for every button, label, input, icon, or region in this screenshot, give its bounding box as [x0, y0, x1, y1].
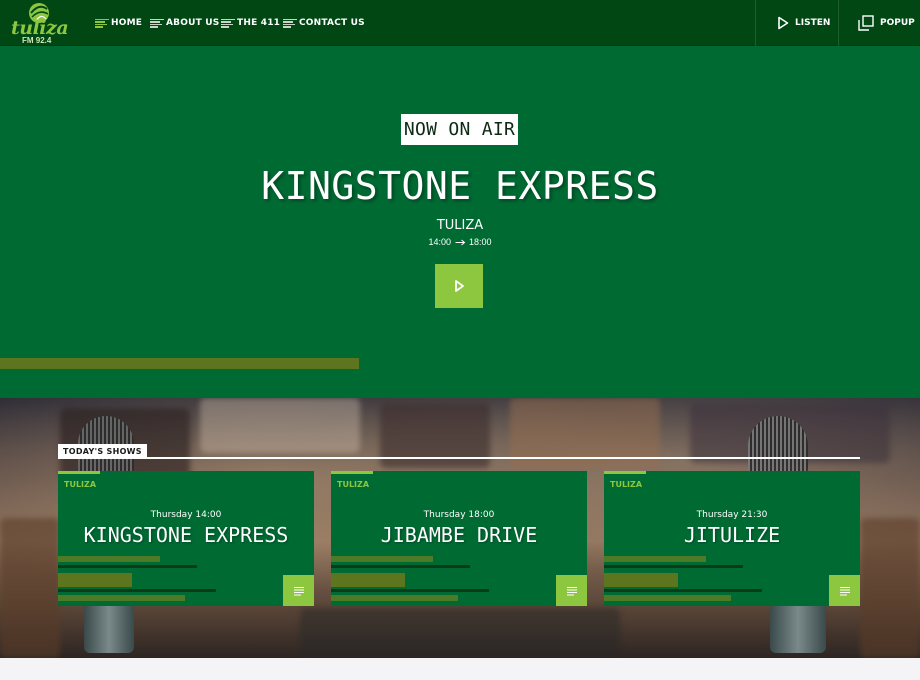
- card-accent-bar: [58, 471, 100, 474]
- show-details-button[interactable]: [829, 575, 860, 606]
- nav-the-411-label: THE 411: [237, 18, 281, 28]
- card-decor-bar: [58, 595, 185, 601]
- popup-window-icon: [858, 15, 874, 31]
- card-decor-bar: [331, 589, 489, 592]
- show-card-time: Thursday 18:00: [423, 510, 495, 520]
- menu-lines-icon: [221, 18, 235, 28]
- show-card-tag: TULIZA: [337, 480, 370, 489]
- show-card-tag: TULIZA: [64, 480, 97, 489]
- arrow-right-icon: [455, 239, 465, 246]
- page-footer-strip: [0, 658, 920, 680]
- show-card[interactable]: TULIZA Thursday 21:30 JITULIZE: [604, 471, 860, 606]
- card-accent-bar: [604, 471, 646, 474]
- card-decor-bar: [58, 573, 132, 587]
- card-accent-bar: [331, 471, 373, 474]
- show-progress-bar: [0, 358, 920, 369]
- nav-divider: [838, 0, 839, 46]
- show-card[interactable]: TULIZA Thursday 14:00 KINGSTONE EXPRESS: [58, 471, 314, 606]
- card-decor-bar: [331, 595, 458, 601]
- card-decor-bar: [58, 565, 197, 568]
- play-icon: [455, 280, 464, 292]
- todays-shows-label: TODAY'S SHOWS: [58, 444, 147, 458]
- show-start-time: 14:00: [428, 237, 451, 247]
- play-icon: [778, 16, 789, 30]
- show-end-time: 18:00: [469, 237, 492, 247]
- card-decor-bar: [604, 589, 762, 592]
- lines-icon: [293, 586, 304, 596]
- popup-button[interactable]: POPUP: [858, 0, 915, 46]
- now-on-air-badge: NOW ON AIR: [401, 114, 518, 145]
- menu-lines-icon: [283, 18, 297, 28]
- show-details-button[interactable]: [556, 575, 587, 606]
- popup-label: POPUP: [880, 18, 915, 28]
- card-decor-bar: [331, 573, 405, 587]
- listen-button[interactable]: LISTEN: [777, 0, 830, 46]
- nav-about-us[interactable]: ABOUT US: [150, 17, 219, 29]
- nav-home[interactable]: HOME: [95, 17, 142, 29]
- card-decor-bar: [604, 556, 706, 562]
- microphone-body-right-photo: [770, 603, 826, 653]
- logo-frequency: FM 92.4: [22, 36, 52, 45]
- nav-the-411[interactable]: THE 411: [221, 17, 280, 29]
- current-show-time: 14:00 18:00: [0, 237, 920, 247]
- show-card-title: JITULIZE: [683, 523, 781, 547]
- show-details-button[interactable]: [283, 575, 314, 606]
- microphone-body-left-photo: [84, 603, 134, 653]
- card-decor-bar: [58, 589, 216, 592]
- show-card-tag: TULIZA: [610, 480, 643, 489]
- nav-about-us-label: ABOUT US: [166, 18, 220, 28]
- top-navbar: tuliza FM 92.4 HOME ABOUT US THE 411 CON…: [0, 0, 920, 46]
- nav-contact-us-label: CONTACT US: [299, 18, 365, 28]
- card-decor-bar: [331, 565, 470, 568]
- show-progress-fill: [0, 358, 359, 369]
- show-card-title: JIBAMBE DRIVE: [380, 523, 538, 547]
- current-show-host: TULIZA: [436, 218, 484, 233]
- show-card-title: KINGSTONE EXPRESS: [83, 523, 289, 547]
- lines-icon: [566, 586, 577, 596]
- nav-divider: [755, 0, 756, 46]
- play-button[interactable]: [435, 264, 483, 308]
- menu-lines-icon: [95, 18, 109, 28]
- todays-shows-divider: [58, 457, 860, 459]
- card-decor-bar: [58, 556, 160, 562]
- show-card-time: Thursday 21:30: [696, 510, 768, 520]
- show-card[interactable]: TULIZA Thursday 18:00 JIBAMBE DRIVE: [331, 471, 587, 606]
- nav-contact-us[interactable]: CONTACT US: [283, 17, 365, 29]
- card-decor-bar: [331, 556, 433, 562]
- brand-logo[interactable]: tuliza FM 92.4: [10, 1, 69, 45]
- current-show-title: KINGSTONE EXPRESS: [261, 164, 659, 208]
- card-decor-bar: [604, 565, 743, 568]
- nav-home-label: HOME: [111, 18, 143, 28]
- listen-label: LISTEN: [795, 18, 831, 28]
- card-decor-bar: [604, 595, 731, 601]
- card-decor-bar: [604, 573, 678, 587]
- lines-icon: [839, 586, 850, 596]
- now-on-air-hero: NOW ON AIR KINGSTONE EXPRESS TULIZA 14:0…: [0, 46, 920, 398]
- show-card-time: Thursday 14:00: [150, 510, 222, 520]
- menu-lines-icon: [150, 18, 164, 28]
